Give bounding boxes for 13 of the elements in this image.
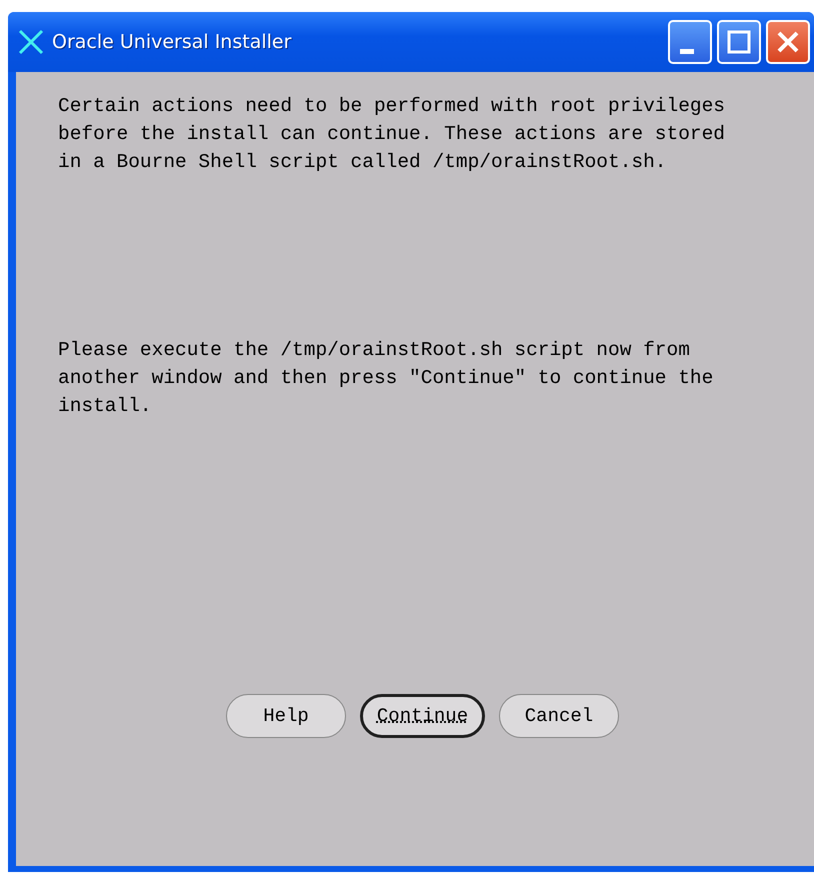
maximize-button[interactable] — [717, 20, 761, 64]
dialog-button[interactable]: Help — [226, 694, 346, 738]
close-icon — [776, 30, 800, 54]
message-text: Please execute the /tmp/orainstRoot.sh script now from another window and then press "Continue" to continue the install. — [58, 338, 714, 419]
dialog-button[interactable]: Cancel — [499, 694, 619, 738]
x-logo-icon — [18, 29, 44, 55]
minimize-icon — [680, 48, 694, 54]
message-text: Certain actions need to be performed with root privileges before the install can continue. These actions are stored in a Bourne Shell script called /tmp/orainstRoot.sh. — [58, 94, 726, 175]
window-title: Oracle Universal Installer — [52, 31, 292, 53]
minimize-button[interactable] — [668, 20, 712, 64]
dialog-button[interactable]: Continue — [360, 694, 485, 738]
maximize-icon — [727, 30, 751, 54]
close-button[interactable] — [766, 20, 810, 64]
